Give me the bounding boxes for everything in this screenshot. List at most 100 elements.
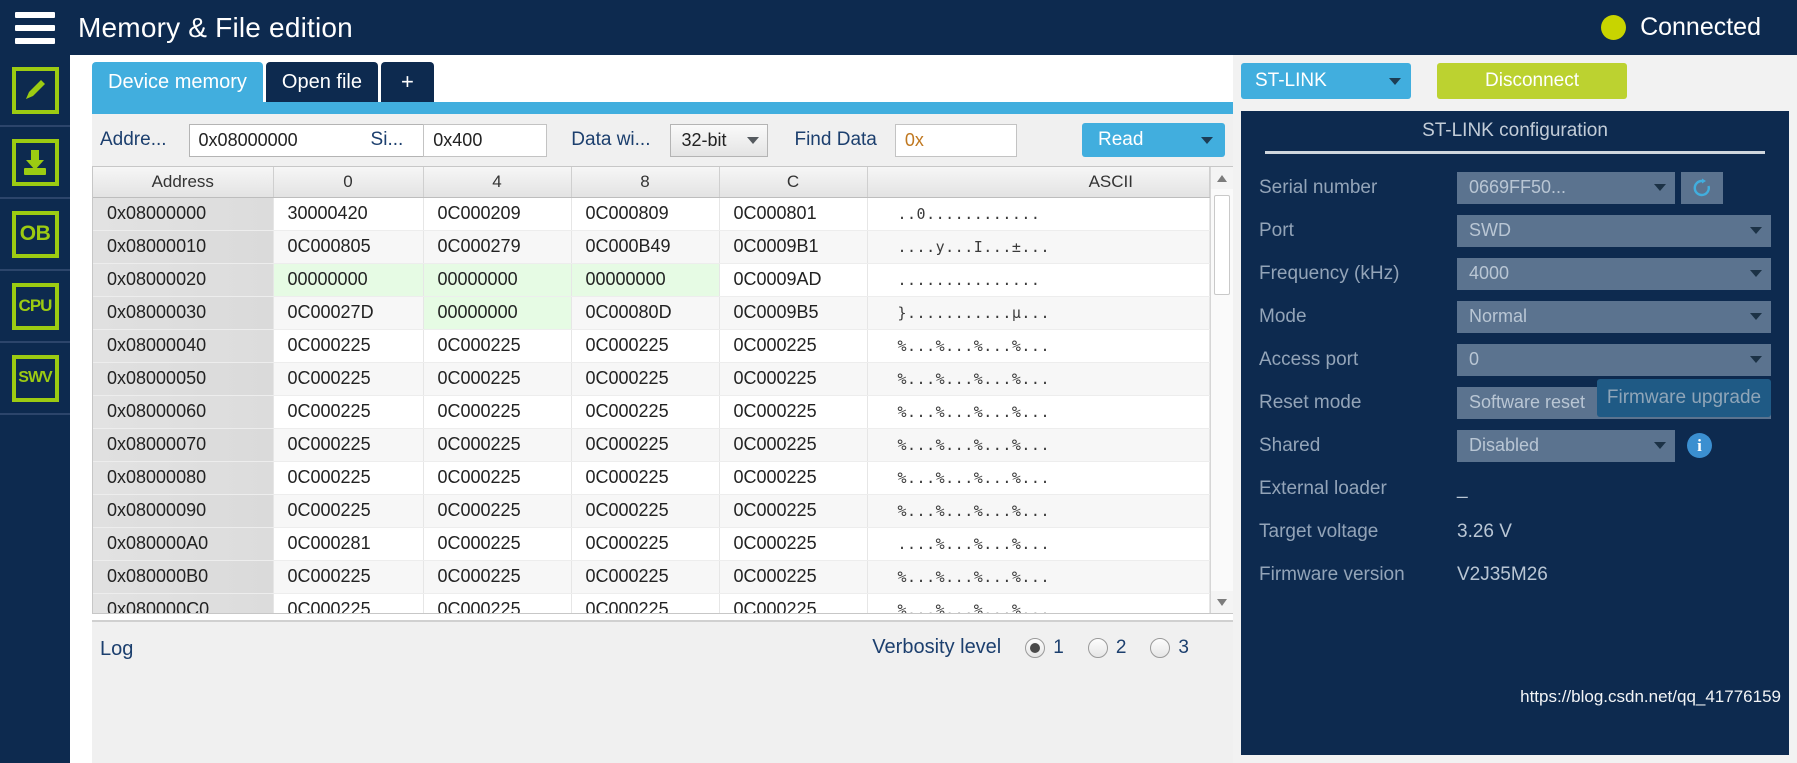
cell-word-8[interactable]: 0C000809 [571, 197, 720, 231]
cell-word-8[interactable]: 0C000225 [571, 395, 720, 429]
table-row[interactable]: 0x08000020 00000000 00000000 00000000 0C0009… [93, 263, 1210, 297]
read-button[interactable]: Read [1082, 123, 1225, 157]
verbosity-option-2[interactable]: 2 [1087, 637, 1126, 659]
table-row[interactable]: 0x08000010 0C000805 0C000279 0C000B49 0C0009… [93, 230, 1210, 264]
cell-word-C[interactable]: 0C000225 [719, 560, 868, 594]
cell-word-0[interactable]: 0C000805 [273, 230, 424, 264]
refresh-icon[interactable] [1681, 171, 1723, 204]
cell-word-8[interactable]: 0C000225 [571, 362, 720, 396]
cell-word-0[interactable]: 0C000225 [273, 428, 424, 462]
verbosity-radio-3[interactable] [1150, 637, 1171, 658]
table-row[interactable]: 0x08000080 0C000225 0C000225 0C000225 0C0002… [93, 461, 1210, 495]
col-header-8[interactable]: 8 [571, 167, 720, 198]
table-row[interactable]: 0x08000040 0C000225 0C000225 0C000225 0C0002… [93, 329, 1210, 363]
sidebar-item-option-bytes[interactable]: OB [0, 199, 70, 271]
cell-word-0[interactable]: 0C000225 [273, 461, 424, 495]
tab-open-file[interactable]: Open file [265, 62, 378, 102]
col-header-address[interactable]: Address [93, 167, 274, 198]
cell-word-8[interactable]: 0C000225 [571, 494, 720, 528]
verbosity-radio-2[interactable] [1087, 637, 1108, 658]
config-select[interactable]: Normal [1457, 300, 1771, 333]
config-select[interactable]: Disabled [1457, 429, 1675, 462]
memory-table-scrollbar[interactable] [1210, 167, 1233, 613]
hamburger-menu-icon[interactable] [0, 0, 70, 55]
table-row[interactable]: 0x08000050 0C000225 0C000225 0C000225 0C0002… [93, 362, 1210, 396]
info-icon[interactable]: i [1687, 433, 1712, 458]
verbosity-radio-1[interactable] [1025, 637, 1046, 658]
size-input[interactable] [423, 123, 548, 157]
cell-word-0[interactable]: 0C000225 [273, 560, 424, 594]
config-select[interactable]: 0669FF50... [1457, 171, 1675, 204]
col-header-0[interactable]: 0 [273, 167, 424, 198]
cell-word-C[interactable]: 0C000225 [719, 329, 868, 363]
cell-word-4[interactable]: 0C000225 [423, 395, 572, 429]
cell-word-8[interactable]: 0C000225 [571, 428, 720, 462]
cell-word-4[interactable]: 0C000209 [423, 197, 572, 231]
cell-word-4[interactable]: 0C000225 [423, 362, 572, 396]
interface-select[interactable]: ST-LINK [1241, 63, 1411, 99]
cell-word-C[interactable]: 0C000225 [719, 362, 868, 396]
cell-word-4[interactable]: 0C000225 [423, 461, 572, 495]
cell-word-0[interactable]: 0C000225 [273, 362, 424, 396]
table-row[interactable]: 0x080000A0 0C000281 0C000225 0C000225 0C0002… [93, 527, 1210, 561]
cell-word-0[interactable]: 00000000 [273, 263, 424, 297]
config-select[interactable]: 4000 [1457, 257, 1771, 290]
cell-word-0[interactable]: 0C000281 [273, 527, 424, 561]
firmware-upgrade-button[interactable]: Firmware upgrade [1597, 379, 1771, 417]
cell-word-4[interactable]: 0C000225 [423, 527, 572, 561]
cell-word-8[interactable]: 0C000225 [571, 593, 720, 613]
verbosity-option-1[interactable]: 1 [1025, 637, 1064, 659]
cell-word-0[interactable]: 0C000225 [273, 395, 424, 429]
col-header-4[interactable]: 4 [423, 167, 572, 198]
tab-add-new[interactable]: + [380, 62, 434, 102]
cell-word-8[interactable]: 0C000225 [571, 527, 720, 561]
cell-word-4[interactable]: 00000000 [423, 296, 572, 330]
scroll-up-button[interactable] [1210, 167, 1233, 189]
cell-word-C[interactable]: 0C0009B1 [719, 230, 868, 264]
verbosity-option-3[interactable]: 3 [1150, 637, 1189, 659]
cell-word-C[interactable]: 0C0009B5 [719, 296, 868, 330]
cell-word-4[interactable]: 0C000225 [423, 428, 572, 462]
cell-word-C[interactable]: 0C000225 [719, 428, 868, 462]
cell-word-0[interactable]: 0C000225 [273, 494, 424, 528]
cell-word-0[interactable]: 0C000225 [273, 329, 424, 363]
scroll-down-button[interactable] [1210, 591, 1233, 613]
cell-word-4[interactable]: 0C000225 [423, 329, 572, 363]
cell-word-C[interactable]: 0C000225 [719, 527, 868, 561]
cell-word-0[interactable]: 0C000225 [273, 593, 424, 613]
cell-word-8[interactable]: 0C000225 [571, 560, 720, 594]
cell-word-4[interactable]: 0C000279 [423, 230, 572, 264]
cell-word-C[interactable]: 0C000225 [719, 593, 868, 613]
table-row[interactable]: 0x080000C0 0C000225 0C000225 0C000225 0C0002… [93, 593, 1210, 613]
disconnect-button[interactable]: Disconnect [1437, 63, 1627, 99]
cell-word-4[interactable]: 0C000225 [423, 494, 572, 528]
config-select[interactable]: SWD [1457, 214, 1771, 247]
address-combo[interactable] [188, 123, 445, 157]
cell-word-8[interactable]: 0C000B49 [571, 230, 720, 264]
scrollbar-track[interactable] [1210, 189, 1233, 591]
cell-word-8[interactable]: 0C000225 [571, 461, 720, 495]
table-row[interactable]: 0x08000090 0C000225 0C000225 0C000225 0C0002… [93, 494, 1210, 528]
cell-word-4[interactable]: 0C000225 [423, 593, 572, 613]
scrollbar-thumb[interactable] [1213, 195, 1230, 295]
table-row[interactable]: 0x08000070 0C000225 0C000225 0C000225 0C0002… [93, 428, 1210, 462]
sidebar-item-cpu[interactable]: CPU [0, 271, 70, 343]
cell-word-8[interactable]: 0C000225 [571, 329, 720, 363]
config-select[interactable]: 0 [1457, 343, 1771, 376]
cell-word-4[interactable]: 00000000 [423, 263, 572, 297]
cell-word-C[interactable]: 0C0009AD [719, 263, 868, 297]
cell-word-0[interactable]: 0C00027D [273, 296, 424, 330]
cell-word-4[interactable]: 0C000225 [423, 560, 572, 594]
find-data-input[interactable]: 0x [894, 123, 1017, 157]
cell-word-8[interactable]: 00000000 [571, 263, 720, 297]
cell-word-8[interactable]: 0C00080D [571, 296, 720, 330]
table-row[interactable]: 0x08000060 0C000225 0C000225 0C000225 0C0002… [93, 395, 1210, 429]
cell-word-C[interactable]: 0C000801 [719, 197, 868, 231]
data-width-select[interactable]: 32-bit [670, 123, 769, 157]
sidebar-item-erasing-programming[interactable] [0, 127, 70, 199]
table-row[interactable]: 0x080000B0 0C000225 0C000225 0C000225 0C0002… [93, 560, 1210, 594]
table-row[interactable]: 0x08000000 30000420 0C000209 0C000809 0C0008… [93, 197, 1210, 231]
col-header-c[interactable]: C [719, 167, 868, 198]
cell-word-C[interactable]: 0C000225 [719, 494, 868, 528]
cell-word-0[interactable]: 30000420 [273, 197, 424, 231]
